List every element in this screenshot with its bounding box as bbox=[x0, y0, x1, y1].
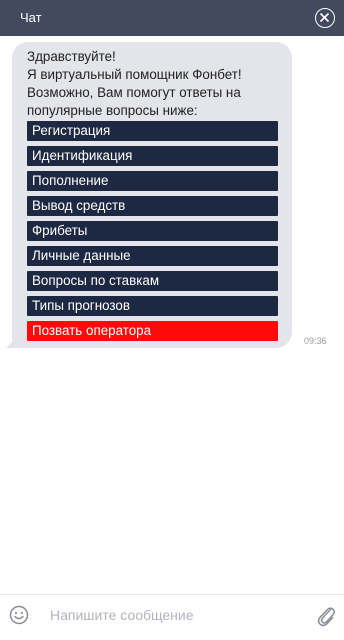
option-freebets[interactable]: Фрибеты bbox=[27, 221, 278, 241]
greeting-line: популярные вопросы ниже: bbox=[27, 103, 198, 118]
option-bet-questions[interactable]: Вопросы по ставкам bbox=[27, 271, 278, 291]
greeting-line: Возможно, Вам помогут ответы на bbox=[27, 85, 241, 100]
option-personal-data[interactable]: Личные данные bbox=[27, 246, 278, 266]
greeting-line: Здравствуйте! bbox=[27, 49, 116, 64]
option-prediction-types[interactable]: Типы прогнозов bbox=[27, 296, 278, 316]
greeting-line: Я виртуальный помощник Фонбет! bbox=[27, 67, 242, 82]
quick-reply-list: Регистрация Идентификация Пополнение Выв… bbox=[27, 121, 278, 346]
option-withdrawal[interactable]: Вывод средств bbox=[27, 196, 278, 216]
message-input[interactable] bbox=[50, 603, 300, 627]
chat-header: Чат bbox=[0, 0, 344, 36]
greeting-text: Здравствуйте! Я виртуальный помощник Фон… bbox=[27, 48, 287, 120]
message-time: 09:36 bbox=[304, 336, 327, 346]
option-registration[interactable]: Регистрация bbox=[27, 121, 278, 141]
call-operator-button[interactable]: Позвать оператора bbox=[27, 321, 278, 341]
chat-screen: Чат Здравствуйте! Я виртуальный помощник… bbox=[0, 0, 344, 640]
header-title: Чат bbox=[20, 10, 42, 25]
close-icon[interactable] bbox=[315, 8, 335, 28]
option-identification[interactable]: Идентификация bbox=[27, 146, 278, 166]
emoji-icon[interactable] bbox=[9, 605, 29, 625]
bot-message: Здравствуйте! Я виртуальный помощник Фон… bbox=[6, 42, 292, 348]
paperclip-icon[interactable] bbox=[316, 603, 336, 627]
message-composer bbox=[0, 594, 344, 640]
message-bubble: Здравствуйте! Я виртуальный помощник Фон… bbox=[12, 42, 292, 348]
option-deposit[interactable]: Пополнение bbox=[27, 171, 278, 191]
